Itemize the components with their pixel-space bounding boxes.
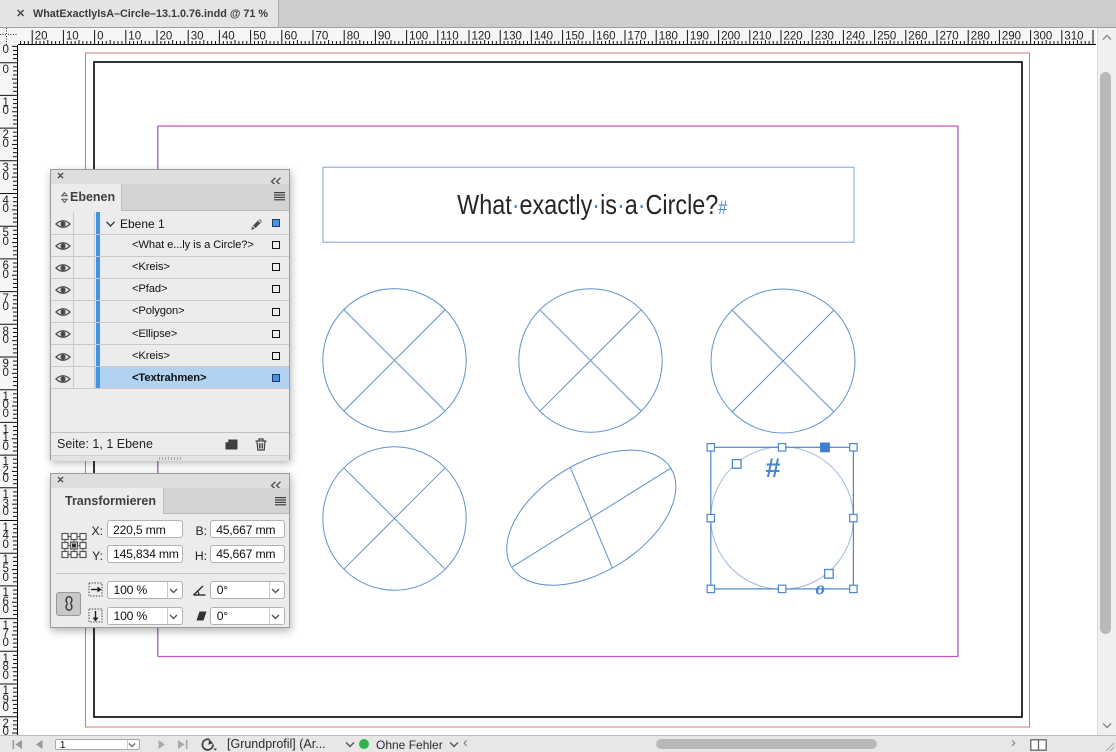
svg-text:320: 320 <box>1096 31 1097 43</box>
svg-text:#: # <box>766 453 781 483</box>
svg-text:120: 120 <box>472 31 491 43</box>
svg-text:40: 40 <box>222 31 235 43</box>
svg-text:0: 0 <box>97 31 103 43</box>
svg-text:260: 260 <box>908 31 927 43</box>
svg-text:250: 250 <box>877 31 896 43</box>
svg-text:80: 80 <box>347 31 360 43</box>
svg-text:30: 30 <box>191 31 204 43</box>
svg-text:50: 50 <box>253 31 266 43</box>
svg-text:150: 150 <box>565 31 584 43</box>
svg-text:100: 100 <box>409 31 428 43</box>
svg-text:160: 160 <box>596 31 615 43</box>
svg-text:270: 270 <box>940 31 959 43</box>
svg-text:190: 190 <box>690 31 709 43</box>
svg-text:20: 20 <box>35 31 48 43</box>
svg-text:280: 280 <box>971 31 990 43</box>
svg-text:180: 180 <box>659 31 678 43</box>
svg-text:220: 220 <box>784 31 803 43</box>
svg-text:90: 90 <box>378 31 391 43</box>
svg-text:200: 200 <box>721 31 740 43</box>
svg-text:230: 230 <box>815 31 834 43</box>
svg-text:290: 290 <box>1002 31 1021 43</box>
svg-text:10: 10 <box>66 31 79 43</box>
svg-text:240: 240 <box>846 31 865 43</box>
svg-text:300: 300 <box>1033 31 1052 43</box>
svg-text:170: 170 <box>628 31 647 43</box>
svg-text:310: 310 <box>1064 31 1083 43</box>
svg-text:210: 210 <box>752 31 771 43</box>
svg-text:130: 130 <box>503 31 522 43</box>
svg-text:110: 110 <box>440 31 458 43</box>
svg-text:20: 20 <box>160 31 173 43</box>
svg-text:70: 70 <box>316 31 329 43</box>
svg-text:10: 10 <box>128 31 141 43</box>
svg-text:140: 140 <box>534 31 553 43</box>
svg-text:60: 60 <box>284 31 297 43</box>
svg-text:o: o <box>816 579 826 600</box>
